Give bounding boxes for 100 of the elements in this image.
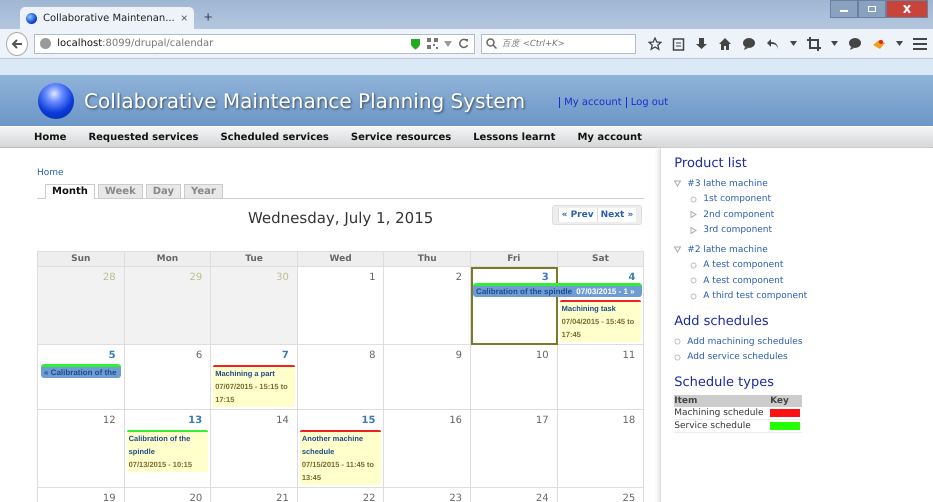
day-cell[interactable]: 21 [211,488,298,502]
calendar-title: Wednesday, July 1, 2015 [248,209,434,227]
user-link[interactable]: Log out [626,97,672,108]
day-cell[interactable]: 10 [471,345,558,410]
user-link[interactable]: My account [559,97,626,108]
prev-link[interactable]: « Prev [558,208,597,222]
day-cell[interactable]: 9 [384,345,472,410]
chat-icon[interactable] [848,36,862,50]
event-bar[interactable]: « Calibration of the [41,364,121,378]
day-cell[interactable]: 14 [211,410,298,488]
tab-title: Collaborative Maintenan... [43,12,175,24]
component-link[interactable]: A test component [703,260,784,270]
breadcrumb-link[interactable]: Home [37,168,64,178]
weekday-header: Sat [558,252,644,267]
weekday-header: Mon [124,252,212,267]
day-cell[interactable]: 16 [384,410,472,488]
tab-close-button[interactable]: × [180,11,188,25]
day-cell[interactable]: 23 [384,488,472,502]
day-number: 10 [536,350,549,361]
day-cell[interactable]: 12 [38,410,125,488]
maximize-icon[interactable] [858,0,886,18]
view-tab[interactable]: Day [146,184,181,198]
weekday-header: Sun [38,252,125,267]
minimize-icon[interactable] [830,0,858,18]
nav-link[interactable]: Lessons learnt [473,132,556,142]
day-cell[interactable]: 22 [298,488,384,502]
table-cell: Machining schedule [674,407,770,420]
weekday-header: Tue [211,252,298,267]
nav-link[interactable]: Scheduled services [220,132,329,142]
component-link[interactable]: A third test component [703,291,808,302]
address-bar[interactable]: localhost:8099/drupal/calendar [34,34,475,54]
column-header: Key [770,395,802,407]
day-number: 22 [362,493,376,502]
browser-tab[interactable]: Collaborative Maintenan... × [20,7,194,29]
schedule-link[interactable]: Add service schedules [687,352,788,362]
day-number: 19 [102,493,116,502]
day-cell[interactable]: 2 [384,267,472,345]
product-link[interactable]: #2 lathe machine [687,244,768,255]
day-cell[interactable]: 24 [471,488,558,502]
star-icon[interactable] [648,36,662,50]
day-cell[interactable]: 8 [298,345,384,410]
view-tab[interactable]: Week [98,184,143,198]
day-number: 18 [622,415,636,426]
crop-icon[interactable] [807,36,821,50]
bullet-icon [674,354,682,361]
day-number: 28 [102,272,116,283]
dropdown-icon[interactable] [896,41,903,46]
day-number: 11 [622,350,636,361]
new-tab-button[interactable]: + [200,9,217,29]
logo-icon [38,82,74,118]
search-field[interactable]: 百度 <Ctrl+K> [481,34,636,54]
weekday-header: Thu [384,252,472,267]
day-number: 21 [276,493,289,502]
nav-link[interactable]: Service resources [350,132,452,142]
column-header: Item [674,395,770,407]
view-tab[interactable]: Month [45,184,95,199]
nav-link[interactable]: Requested services [88,132,198,142]
close-icon[interactable] [886,0,928,18]
day-cell[interactable]: 6 [124,345,212,410]
day-cell[interactable]: 1 [298,267,384,345]
undo-icon[interactable] [766,36,780,50]
clipboard-icon[interactable] [672,36,685,50]
component-link[interactable]: 1st component [703,194,772,204]
dropdown-icon[interactable] [790,41,797,46]
day-number: 9 [456,350,462,361]
dropdown-icon[interactable] [831,41,838,46]
component-link[interactable]: 3rd component [703,225,772,236]
view-tab[interactable]: Year [184,184,223,198]
download-icon[interactable] [695,36,708,50]
day-number: 13 [188,415,202,426]
day-cell[interactable]: 25 [558,488,644,502]
nav-link[interactable]: Home [34,132,66,142]
nav-link[interactable]: My account [577,132,642,142]
component-link[interactable]: A test component [703,276,784,286]
day-number: 20 [189,493,202,502]
day-cell[interactable]: 18 [558,410,644,488]
day-cell[interactable]: 5 « Calibration of the [38,345,125,410]
home-icon[interactable] [718,36,732,50]
component-link[interactable]: 2nd component [703,210,774,220]
bullet-icon [690,262,698,269]
shield-icon[interactable] [410,38,421,50]
menu-icon[interactable] [913,38,927,50]
day-cell[interactable]: 17 [471,410,558,488]
chat-icon[interactable] [742,36,756,50]
url-text: localhost:8099/drupal/calendar [57,38,214,49]
weekday-header: Fri [471,252,558,267]
event-bar[interactable]: Calibration of the spindle 07/03/2015 - 1 » [473,283,642,297]
reload-icon[interactable] [458,38,469,49]
day-cell[interactable]: 11 [558,345,644,410]
schedule-link[interactable]: Add machining schedules [687,336,803,347]
day-number: 6 [196,350,202,361]
product-link[interactable]: #3 lathe machine [687,178,768,189]
back-icon[interactable] [6,32,28,56]
qr-code-icon[interactable] [427,38,438,49]
bullet-icon [674,338,682,346]
day-cell[interactable]: 20 [124,488,212,502]
day-cell[interactable]: 19 [38,488,125,502]
next-link[interactable]: Next » [596,208,636,222]
day-number: 12 [102,415,116,426]
day-number: 4 [628,272,636,283]
